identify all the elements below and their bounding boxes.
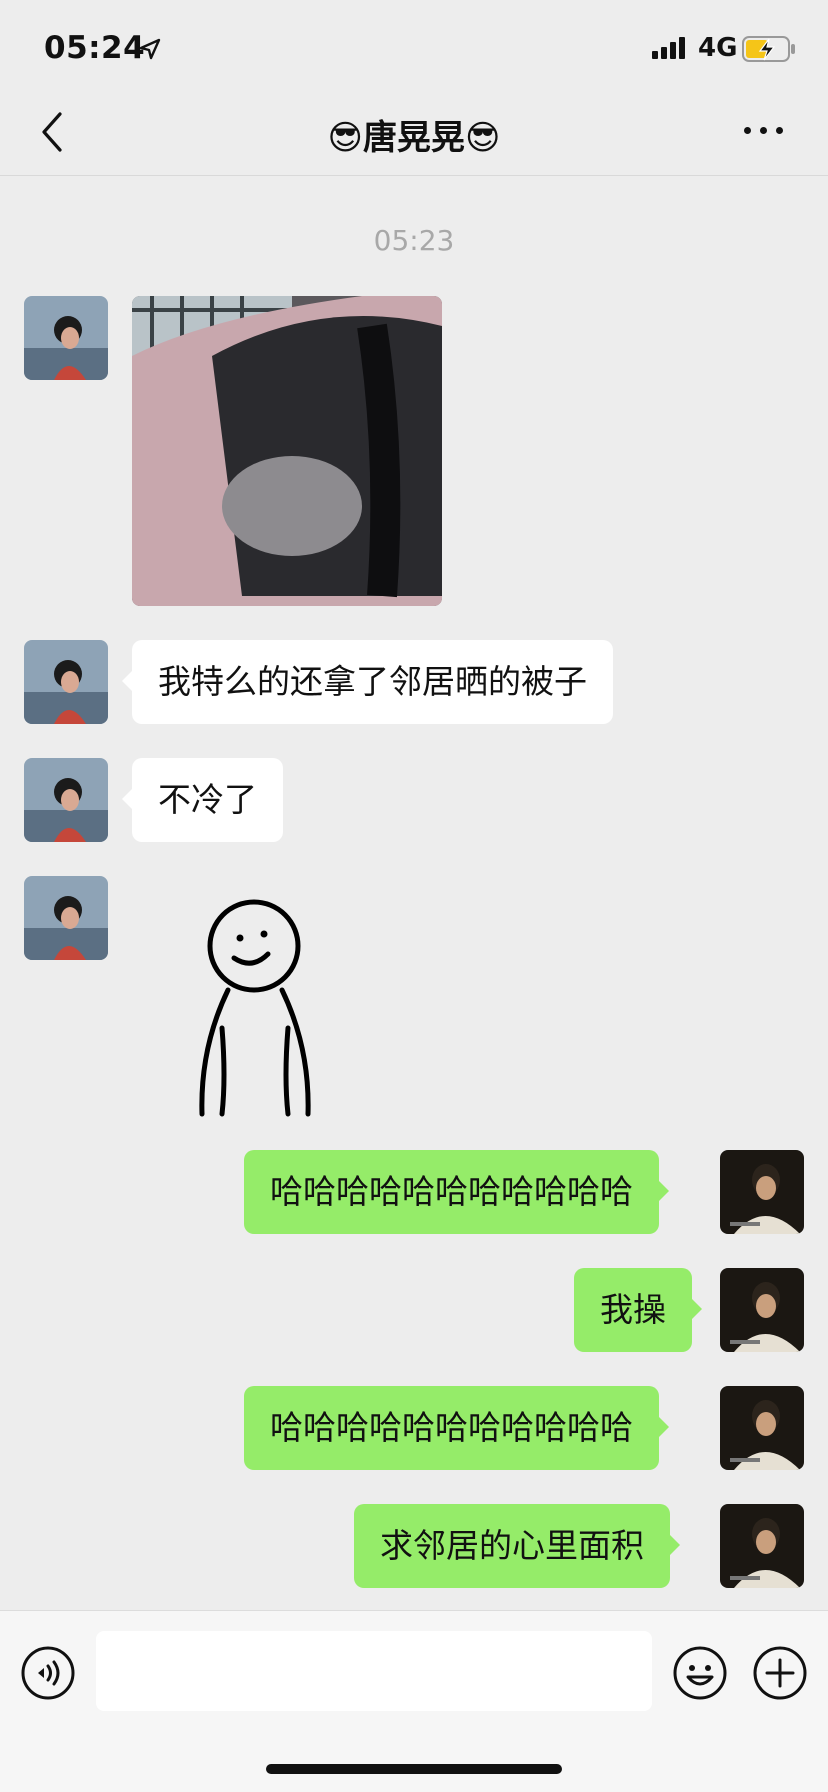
plus-icon[interactable] [752, 1645, 808, 1701]
message-timestamp: 05:23 [373, 224, 455, 257]
received-photo[interactable] [132, 296, 442, 606]
user-avatar[interactable] [720, 1386, 804, 1470]
message-input[interactable] [96, 1631, 652, 1711]
emoji-icon[interactable] [672, 1645, 728, 1701]
voice-icon[interactable] [20, 1645, 76, 1701]
contact-avatar[interactable] [24, 876, 108, 960]
user-avatar[interactable] [720, 1268, 804, 1352]
home-indicator[interactable] [266, 1764, 562, 1774]
incoming-message-bubble[interactable]: 我特么的还拿了邻居晒的被子 [122, 640, 613, 724]
nav-bar: 😎唐晃晃😎 [0, 88, 828, 176]
status-bar: 05:24 4G [0, 0, 828, 88]
ellipsis-icon[interactable] [744, 124, 784, 138]
outgoing-message-bubble[interactable]: 哈哈哈哈哈哈哈哈哈哈哈 [244, 1150, 669, 1234]
contact-avatar[interactable] [24, 296, 108, 380]
location-arrow-icon [139, 38, 161, 60]
incoming-message-bubble[interactable]: 不冷了 [122, 758, 283, 842]
outgoing-message-bubble[interactable]: 我操 [574, 1268, 702, 1352]
outgoing-message-bubble[interactable]: 哈哈哈哈哈哈哈哈哈哈哈 [244, 1386, 669, 1470]
chat-title: 😎唐晃晃😎 [327, 118, 501, 158]
user-avatar[interactable] [720, 1150, 804, 1234]
contact-avatar[interactable] [24, 640, 108, 724]
stick-figure-sticker[interactable] [192, 898, 322, 1118]
outgoing-message-bubble[interactable]: 求邻居的心里面积 [354, 1504, 680, 1588]
network-type: 4G [698, 33, 738, 63]
status-time: 05:24 [44, 30, 146, 66]
battery-charging-icon [742, 36, 795, 62]
cellular-signal-icon [652, 37, 688, 59]
contact-avatar[interactable] [24, 758, 108, 842]
user-avatar[interactable] [720, 1504, 804, 1588]
